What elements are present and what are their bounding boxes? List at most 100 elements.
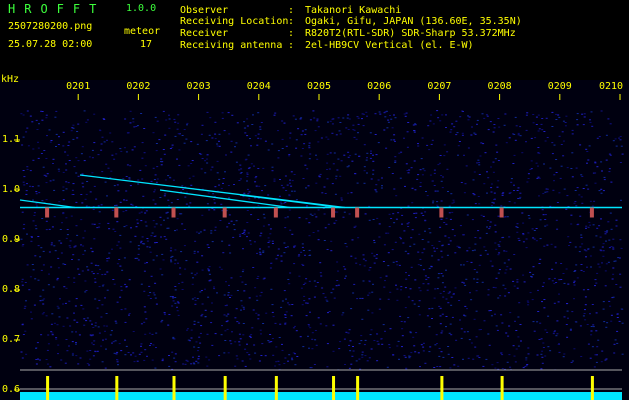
noise-pixel: [393, 139, 396, 141]
noise-pixel: [505, 142, 508, 144]
noise-pixel: [489, 310, 492, 311]
noise-pixel: [94, 325, 97, 327]
noise-pixel: [164, 193, 167, 195]
noise-pixel: [520, 340, 522, 342]
noise-pixel: [600, 192, 603, 194]
noise-pixel: [492, 131, 495, 133]
noise-pixel: [107, 257, 110, 259]
noise-pixel: [41, 111, 44, 112]
noise-pixel: [387, 252, 390, 254]
noise-pixel: [417, 305, 420, 307]
noise-pixel: [490, 315, 493, 317]
noise-pixel: [553, 180, 555, 182]
noise-pixel: [336, 280, 339, 281]
noise-pixel: [218, 184, 220, 186]
noise-pixel: [221, 117, 224, 119]
noise-pixel: [129, 165, 132, 167]
noise-pixel: [548, 278, 551, 280]
noise-pixel: [106, 260, 109, 262]
noise-pixel: [51, 334, 54, 336]
noise-pixel: [526, 181, 529, 183]
noise-pixel: [421, 239, 424, 240]
noise-pixel: [615, 145, 618, 147]
noise-pixel: [425, 278, 428, 280]
noise-pixel: [538, 128, 541, 130]
noise-pixel: [495, 325, 498, 327]
noise-pixel: [530, 168, 533, 170]
noise-pixel: [512, 280, 515, 282]
noise-pixel: [516, 227, 519, 228]
noise-pixel: [246, 210, 249, 211]
noise-pixel: [373, 242, 376, 244]
noise-pixel: [283, 290, 286, 292]
noise-pixel: [254, 135, 257, 137]
noise-pixel: [293, 174, 296, 175]
noise-pixel: [101, 171, 104, 173]
noise-pixel: [184, 196, 187, 198]
noise-pixel: [487, 289, 490, 291]
meteor-spike: [115, 376, 119, 400]
noise-pixel: [546, 331, 549, 333]
noise-pixel: [192, 356, 194, 358]
noise-pixel: [78, 334, 81, 336]
noise-pixel: [403, 355, 406, 357]
noise-pixel: [190, 272, 193, 274]
noise-pixel: [491, 265, 494, 267]
noise-pixel: [527, 353, 530, 355]
noise-pixel: [439, 155, 442, 156]
noise-pixel: [495, 144, 498, 146]
noise-pixel: [146, 262, 148, 264]
noise-pixel: [141, 142, 144, 144]
noise-pixel: [154, 297, 157, 299]
noise-pixel: [80, 219, 83, 221]
noise-pixel: [429, 232, 432, 234]
noise-pixel: [303, 295, 306, 297]
noise-pixel: [366, 157, 368, 159]
noise-pixel: [36, 342, 39, 344]
noise-pixel: [498, 269, 501, 271]
noise-pixel: [457, 365, 460, 367]
noise-pixel: [391, 127, 394, 129]
noise-pixel: [125, 176, 128, 177]
noise-pixel: [404, 115, 407, 117]
noise-pixel: [301, 243, 304, 245]
noise-pixel: [339, 133, 342, 135]
meteor-echo: [171, 207, 176, 218]
noise-pixel: [280, 203, 283, 205]
noise-pixel: [485, 358, 488, 360]
noise-pixel: [126, 132, 129, 134]
noise-pixel: [492, 171, 495, 173]
noise-pixel: [260, 291, 263, 293]
noise-pixel: [451, 211, 454, 213]
noise-pixel: [155, 303, 158, 305]
noise-pixel: [568, 245, 570, 246]
noise-pixel: [55, 146, 57, 147]
noise-pixel: [225, 154, 227, 156]
noise-pixel: [45, 359, 48, 360]
noise-pixel: [140, 345, 142, 347]
noise-pixel: [218, 178, 221, 180]
noise-pixel: [538, 195, 540, 197]
noise-pixel: [592, 224, 595, 226]
noise-pixel: [58, 136, 60, 138]
noise-pixel: [174, 263, 177, 265]
noise-pixel: [323, 240, 326, 241]
noise-pixel: [422, 283, 425, 285]
noise-pixel: [267, 340, 270, 342]
noise-pixel: [602, 243, 605, 245]
noise-pixel: [496, 329, 499, 331]
noise-pixel: [99, 268, 101, 270]
noise-pixel: [465, 165, 468, 167]
noise-pixel: [227, 313, 230, 315]
noise-pixel: [291, 359, 294, 361]
noise-pixel: [346, 117, 349, 119]
noise-pixel: [483, 246, 486, 248]
noise-pixel: [271, 170, 274, 172]
noise-pixel: [440, 175, 443, 176]
noise-pixel: [371, 252, 374, 254]
noise-pixel: [195, 341, 198, 343]
noise-pixel: [486, 115, 489, 117]
noise-pixel: [578, 251, 581, 253]
noise-pixel: [128, 178, 131, 180]
noise-pixel: [106, 139, 108, 141]
